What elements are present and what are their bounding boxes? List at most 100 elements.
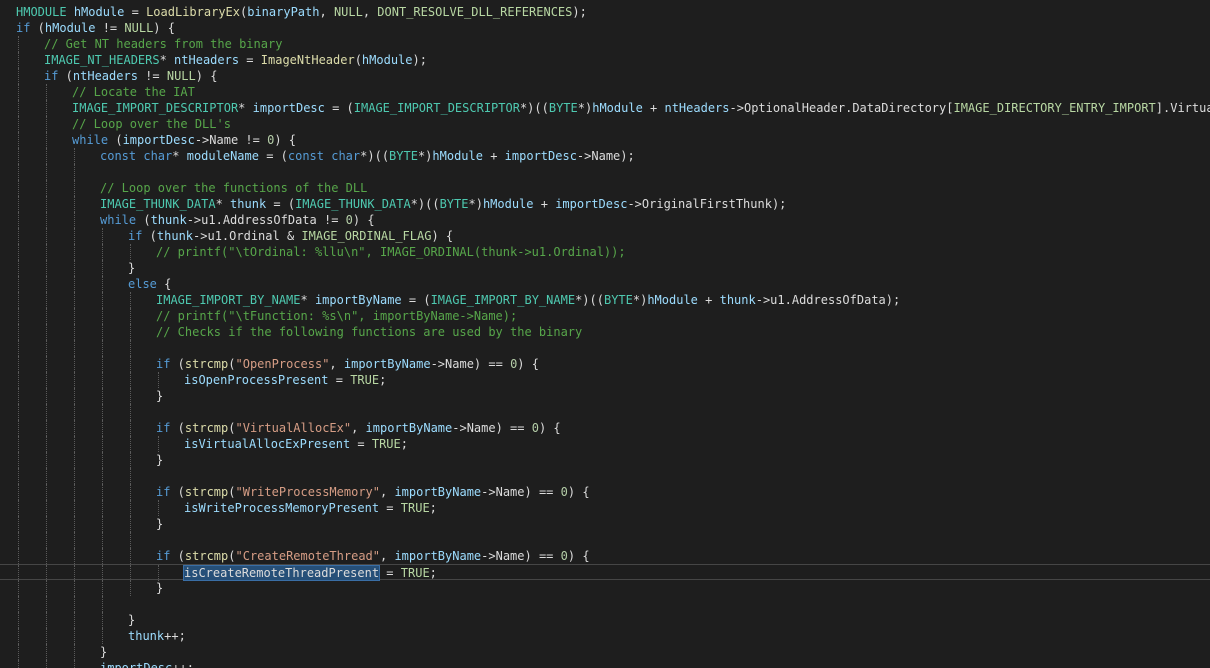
code-line[interactable]: HMODULE hModule = LoadLibraryEx(binaryPa… (0, 4, 1210, 20)
indent-guide (74, 276, 75, 292)
indent-guide (102, 340, 103, 356)
indent-guide (46, 308, 47, 324)
code-line[interactable]: if (strcmp("CreateRemoteThread", importB… (0, 548, 1210, 564)
indent-guide (18, 580, 19, 596)
code-line[interactable] (0, 164, 1210, 180)
code-token: TRUE (400, 566, 430, 580)
code-line[interactable]: IMAGE_IMPORT_BY_NAME* importByName = (IM… (0, 292, 1210, 308)
code-line[interactable]: thunk++; (0, 628, 1210, 644)
code-line[interactable]: // printf("\tOrdinal: %llu\n", IMAGE_ORD… (0, 244, 1210, 260)
code-token: importByName (394, 549, 482, 563)
code-text: } (156, 388, 163, 404)
code-token: 0 (560, 549, 568, 563)
code-token: moduleName (186, 149, 259, 163)
code-text: thunk++; (128, 628, 186, 644)
code-token: ) { (517, 357, 539, 371)
code-token: * (159, 53, 175, 67)
code-line[interactable]: if (strcmp("VirtualAllocEx", importByNam… (0, 420, 1210, 436)
code-editor[interactable]: HMODULE hModule = LoadLibraryEx (binaryPa… (0, 0, 1210, 668)
code-token: ->u1.Ordinal & (193, 229, 302, 243)
code-line[interactable]: // Loop over the functions of the DLL (0, 180, 1210, 196)
code-token: ->Name) == (452, 421, 532, 435)
indent-guide (102, 244, 103, 260)
indent-guide (46, 84, 47, 100)
code-text: } (156, 452, 163, 468)
code-line[interactable]: // Get NT headers from the binary (0, 36, 1210, 52)
code-token: , (319, 5, 334, 19)
code-line[interactable] (0, 468, 1210, 484)
code-token: thunk (156, 229, 194, 243)
code-token: ++; (164, 629, 186, 643)
code-line[interactable] (0, 596, 1210, 612)
code-line[interactable]: } (0, 580, 1210, 596)
code-line[interactable] (0, 340, 1210, 356)
code-text: } (128, 260, 135, 276)
code-token: ImageNtHeader (260, 53, 355, 67)
code-line[interactable]: else { (0, 276, 1210, 292)
code-line[interactable]: while (importDesc->Name != 0) { (0, 132, 1210, 148)
code-line[interactable]: IMAGE_IMPORT_DESCRIPTOR* importDesc = (I… (0, 100, 1210, 116)
code-line[interactable]: } (0, 612, 1210, 628)
indent-guide (158, 372, 159, 388)
code-line[interactable]: // Locate the IAT (0, 84, 1210, 100)
indent-guide (74, 660, 75, 668)
indent-guide (18, 196, 19, 212)
indent-guide (102, 324, 103, 340)
code-line[interactable]: if (ntHeaders != NULL) { (0, 68, 1210, 84)
indent-guide (18, 68, 19, 84)
code-line[interactable]: while (thunk->u1.AddressOfData != 0) { (0, 212, 1210, 228)
code-token: != (137, 69, 167, 83)
code-line[interactable]: // Loop over the DLL's (0, 116, 1210, 132)
indent-guide (46, 644, 47, 660)
code-line[interactable]: // Checks if the following functions are… (0, 324, 1210, 340)
code-token: } (156, 453, 164, 467)
indent-guide (74, 180, 75, 196)
code-line[interactable]: IMAGE_NT_HEADERS* ntHeaders = ImageNtHea… (0, 52, 1210, 68)
code-line[interactable]: isWriteProcessMemoryPresent = TRUE; (0, 500, 1210, 516)
code-line[interactable]: } (0, 260, 1210, 276)
code-line[interactable]: isOpenProcessPresent = TRUE; (0, 372, 1210, 388)
code-line[interactable]: } (0, 516, 1210, 532)
code-line[interactable]: if (hModule != NULL) { (0, 20, 1210, 36)
code-token: ( (136, 213, 151, 227)
code-line[interactable]: } (0, 644, 1210, 660)
indent-guide (102, 276, 103, 292)
indent-guide (74, 324, 75, 340)
code-token: BYTE (548, 101, 578, 115)
indent-guide (130, 244, 131, 260)
code-line[interactable]: isCreateRemoteThreadPresent = TRUE; (0, 564, 1210, 581)
indent-guide (158, 500, 159, 516)
code-line[interactable]: if (thunk->u1.Ordinal & IMAGE_ORDINAL_FL… (0, 228, 1210, 244)
indent-guide (46, 565, 47, 581)
code-line[interactable]: // printf("\tFunction: %s\n", importByNa… (0, 308, 1210, 324)
code-line[interactable] (0, 404, 1210, 420)
code-line[interactable]: const char* moduleName = (const char*)((… (0, 148, 1210, 164)
code-line[interactable]: importDesc++; (0, 660, 1210, 668)
indent-guide (102, 404, 103, 420)
indent-guide (46, 580, 47, 596)
code-token: hModule (73, 5, 125, 19)
indent-guide (102, 516, 103, 532)
code-line[interactable] (0, 532, 1210, 548)
code-line[interactable]: } (0, 388, 1210, 404)
indent-guide (46, 388, 47, 404)
code-token: IMAGE_IMPORT_BY_NAME (430, 293, 576, 307)
indent-guide (18, 308, 19, 324)
indent-guide (18, 100, 19, 116)
code-line[interactable]: if (strcmp("WriteProcessMemory", importB… (0, 484, 1210, 500)
indent-guide (46, 180, 47, 196)
code-token: while (72, 133, 109, 147)
code-text: // Checks if the following functions are… (156, 324, 582, 340)
code-text: while (thunk->u1.AddressOfData != 0) { (100, 212, 375, 228)
code-token: importByName (365, 421, 453, 435)
code-token: importByName (343, 357, 431, 371)
code-text: if (strcmp("CreateRemoteThread", importB… (156, 548, 590, 564)
indent-guide (130, 292, 131, 308)
code-token: // printf("\tFunction: %s\n", importByNa… (156, 309, 518, 323)
code-line[interactable]: } (0, 452, 1210, 468)
code-token: IMAGE_DIRECTORY_ENTRY_IMPORT (953, 101, 1156, 115)
code-line[interactable]: IMAGE_THUNK_DATA* thunk = (IMAGE_THUNK_D… (0, 196, 1210, 212)
indent-guide (102, 372, 103, 388)
code-line[interactable]: if (strcmp("OpenProcess", importByName->… (0, 356, 1210, 372)
code-line[interactable]: isVirtualAllocExPresent = TRUE; (0, 436, 1210, 452)
